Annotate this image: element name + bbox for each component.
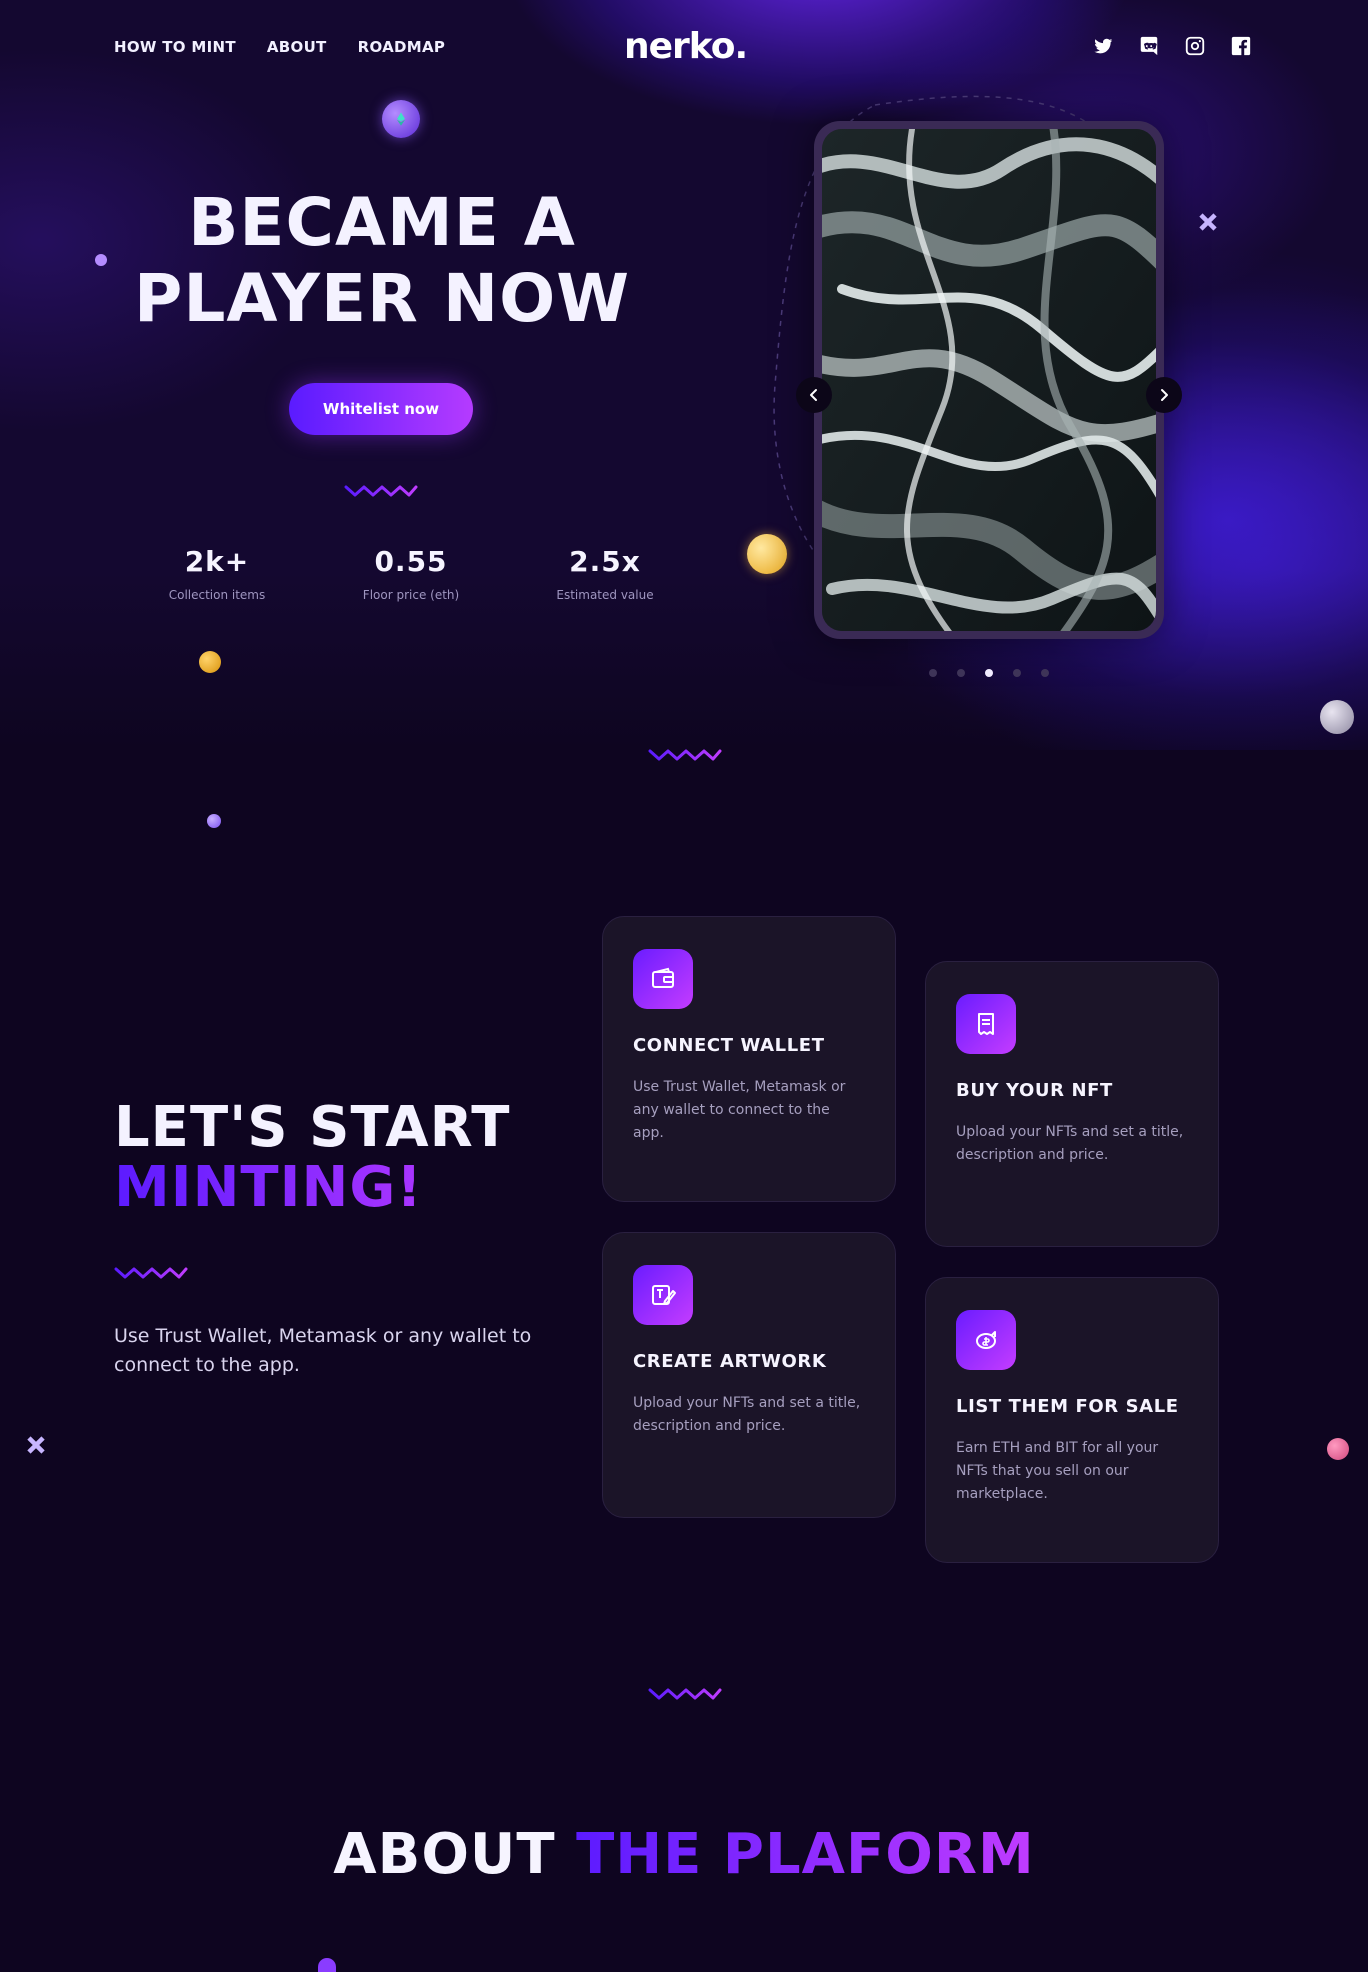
card-title: CONNECT WALLET [633,1035,825,1056]
receipt-icon [956,994,1016,1054]
instagram-icon[interactable] [1183,34,1207,58]
card-title: BUY YOUR NFT [956,1080,1113,1101]
card-text: Upload your NFTs and set a title, descri… [633,1395,861,1434]
social-links [1091,34,1253,58]
card-text: Earn ETH and BIT for all your NFTs that … [956,1440,1159,1502]
dot-decoration [318,1958,336,1972]
carousel-dot-active[interactable] [985,669,993,677]
hero-title-line1: BECAME A [188,184,576,261]
about-title: ABOUT THE PLAFORM [0,1822,1368,1887]
hero-title-line2: PLAYER NOW [133,260,630,337]
main-nav: HOW TO MINT ABOUT ROADMAP [114,38,445,56]
stat-value: 2k+ [184,545,250,578]
carousel-dot[interactable] [1041,669,1049,677]
step-card-buy-nft: BUY YOUR NFT Upload your NFTs and set a … [925,961,1219,1247]
ethereum-coin-icon [382,100,420,138]
stat-collection-items: 2k+ Collection items [120,545,314,602]
minting-title-line1: LET'S START [114,1095,511,1160]
carousel-prev-button[interactable] [796,377,832,413]
step-card-create-artwork: CREATE ARTWORK Upload your NFTs and set … [602,1232,896,1518]
create-artwork-icon [633,1265,693,1325]
hero-title: BECAME A PLAYER NOW [114,185,650,337]
minting-title: LET'S START MINTING! [114,1098,510,1218]
stat-value: 2.5x [569,545,641,578]
nft-artwork-image[interactable] [822,129,1156,631]
about-title-white: ABOUT [333,1822,556,1887]
zigzag-divider-icon [648,749,722,761]
stat-estimated-value: 2.5x Estimated value [508,545,702,602]
card-title: LIST THEM FOR SALE [956,1396,1179,1417]
twitter-icon[interactable] [1091,34,1115,58]
step-card-connect-wallet: CONNECT WALLET Use Trust Wallet, Metamas… [602,916,896,1202]
piggy-bank-icon [956,1310,1016,1370]
gold-coin-small-icon [199,651,221,673]
pink-dot-decoration [1327,1438,1349,1460]
x-decoration [23,1432,49,1458]
hero-stats: 2k+ Collection items 0.55 Floor price (e… [120,545,702,602]
zigzag-divider-icon [344,485,418,497]
zigzag-divider-icon [648,1688,722,1700]
card-text: Use Trust Wallet, Metamask or any wallet… [633,1079,846,1141]
logo[interactable]: nerko. [624,26,748,67]
wallet-icon [633,949,693,1009]
nav-about[interactable]: ABOUT [267,38,327,56]
card-text: Upload your NFTs and set a title, descri… [956,1124,1184,1163]
dot-decoration [95,254,107,266]
stat-label: Floor price (eth) [362,588,460,602]
nav-roadmap[interactable]: ROADMAP [358,38,446,56]
carousel-next-button[interactable] [1146,377,1182,413]
nft-carousel [814,121,1164,639]
carousel-dot[interactable] [929,669,937,677]
stat-label: Collection items [168,588,266,602]
carousel-dot[interactable] [957,669,965,677]
discord-icon[interactable] [1137,34,1161,58]
carousel-dot[interactable] [1013,669,1021,677]
nav-how-to-mint[interactable]: HOW TO MINT [114,38,236,56]
chevron-right-icon [1161,389,1168,401]
whitelist-button[interactable]: Whitelist now [289,383,473,435]
chevron-left-icon [810,389,817,401]
dot-decoration [207,814,221,828]
minting-description: Use Trust Wallet, Metamask or any wallet… [114,1325,532,1376]
step-card-list-for-sale: LIST THEM FOR SALE Earn ETH and BIT for … [925,1277,1219,1563]
facebook-icon[interactable] [1229,34,1253,58]
zigzag-divider-icon [114,1267,188,1279]
minting-title-line2: MINTING! [114,1158,510,1218]
about-title-gradient: THE PLAFORM [576,1822,1035,1887]
stat-value: 0.55 [374,545,448,578]
stat-floor-price: 0.55 Floor price (eth) [314,545,508,602]
carousel-pagination [929,669,1049,677]
card-title: CREATE ARTWORK [633,1351,827,1372]
stat-label: Estimated value [556,588,654,602]
silver-coin-icon [1320,700,1354,734]
